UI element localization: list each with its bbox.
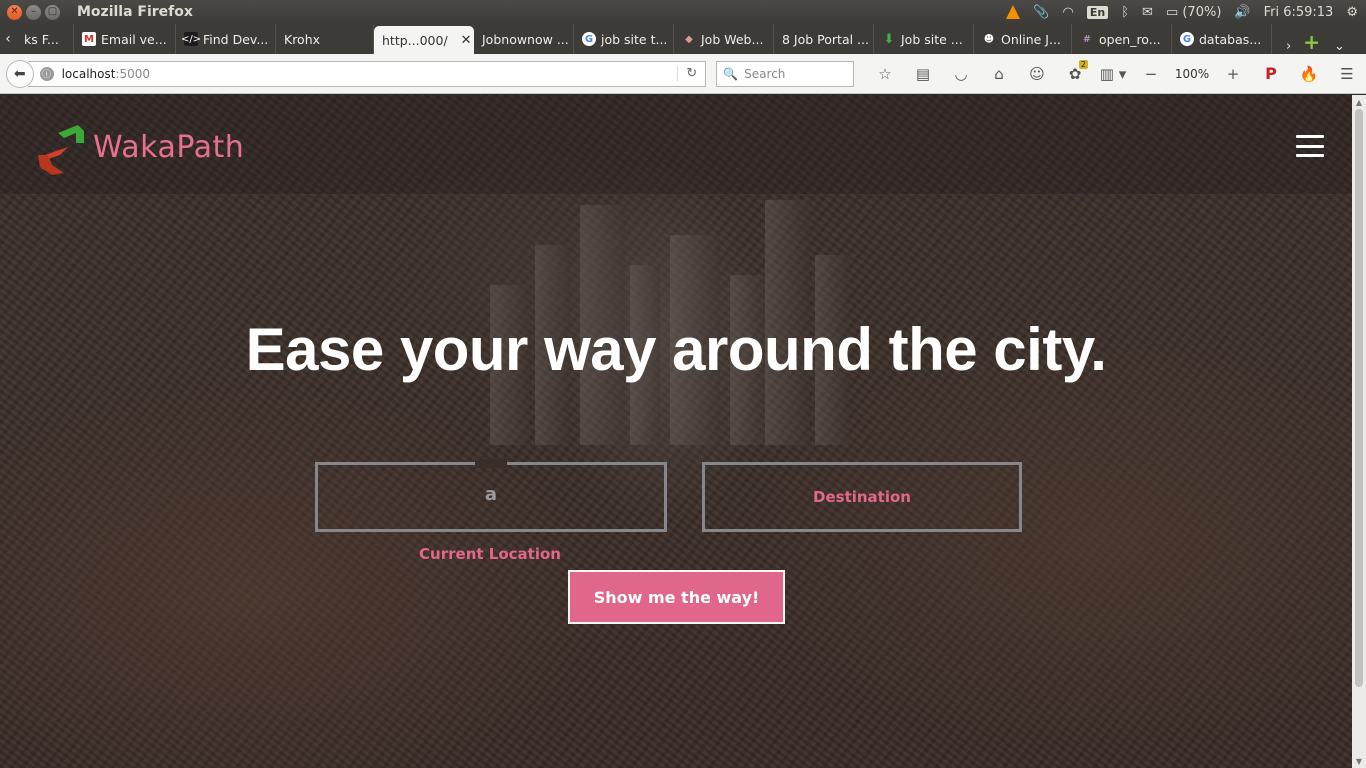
menu-icon[interactable]: ☰ (1328, 60, 1366, 88)
gmail-icon: M (82, 32, 96, 46)
window-controls: ✕ – ▢ (7, 4, 60, 20)
current-location-value: a (484, 484, 498, 505)
pinterest-icon[interactable]: P (1252, 60, 1290, 88)
os-top-bar: ✕ – ▢ Mozilla Firefox 📎 ◠ En ᛒ ✉ ▭ (70%)… (0, 0, 1366, 24)
vlc-icon[interactable] (1006, 5, 1021, 19)
window-maximize-button[interactable]: ▢ (45, 4, 60, 20)
page-scrollbar[interactable]: ▲ ▼ (1352, 95, 1366, 768)
battery-percent: (70%) (1182, 4, 1222, 20)
tab[interactable]: ☻ Online J... (974, 24, 1072, 54)
extension-icon[interactable]: ✿ 2 (1056, 59, 1094, 88)
battery-indicator[interactable]: ▭ (70%) (1166, 5, 1221, 20)
pocket-icon[interactable]: ◡ (942, 60, 980, 88)
tab-label: Email ve... (101, 31, 167, 47)
tab-list-dropdown-icon[interactable]: ⌄ (1334, 39, 1345, 54)
job-icon: ◆ (685, 33, 693, 45)
tab-label: ks F... (24, 31, 59, 47)
window-minimize-button[interactable]: – (26, 4, 41, 20)
tab[interactable]: 8 Job Portal ... (774, 24, 874, 54)
search-placeholder: Search (744, 66, 786, 81)
zoom-in-button[interactable]: + (1214, 60, 1252, 88)
wakapath-logo-icon[interactable] (38, 125, 86, 177)
wifi-icon[interactable]: ◠ (1063, 5, 1074, 20)
back-button[interactable]: ⬅ (6, 59, 34, 88)
site-info-icon[interactable]: ⓘ (39, 66, 54, 81)
clock[interactable]: Fri 6:59:13 (1264, 5, 1334, 20)
tab-label: Krohx (284, 31, 321, 47)
tab-active[interactable]: http...000/ ✕ (374, 26, 474, 54)
extension-badge: 2 (1078, 59, 1088, 69)
window-close-button[interactable]: ✕ (7, 4, 22, 20)
hamburger-menu-icon[interactable] (1296, 135, 1324, 157)
search-input[interactable]: 🔍 Search (716, 60, 854, 87)
gear-icon[interactable]: ⚙ (1346, 5, 1358, 20)
tab[interactable]: M Email ve... (74, 24, 176, 54)
code-icon: </> (180, 32, 202, 46)
home-icon[interactable]: ⌂ (980, 60, 1018, 88)
reading-list-icon[interactable]: ▤ (904, 60, 942, 88)
tab-label: http...000/ (382, 32, 448, 48)
tab[interactable]: Jobnownow ... (474, 24, 574, 54)
page-viewport: WakaPath Ease your way around the city. … (0, 95, 1366, 768)
tab[interactable]: ks F... (16, 24, 74, 54)
tab[interactable]: G databas... (1172, 24, 1272, 54)
toolbar-icons: ☆ ▤ ◡ ⌂ ☺ ✿ 2 ▥ ▾ − 100% + P 🔥 ☰ (866, 59, 1366, 88)
tab-label: Find Dev... (203, 31, 269, 47)
tab-label: 8 Job Portal ... (782, 31, 869, 47)
chat-icon[interactable]: ☺ (1018, 60, 1056, 88)
mail-icon[interactable]: ✉ (1142, 5, 1153, 20)
system-tray: 📎 ◠ En ᛒ ✉ ▭ (70%) 🔊 Fri 6:59:13 ⚙ (1006, 5, 1358, 20)
window-title: Mozilla Firefox (77, 4, 193, 20)
download-icon: ⬇ (883, 31, 895, 47)
tab-scroll-left-button[interactable]: ‹ (0, 24, 16, 54)
bookmark-star-icon[interactable]: ☆ (866, 60, 904, 88)
tab[interactable]: Krohx (276, 24, 374, 54)
zoom-out-button[interactable]: − (1132, 60, 1170, 88)
keyboard-layout-indicator[interactable]: En (1086, 5, 1109, 19)
close-tab-icon[interactable]: ✕ (461, 33, 472, 48)
tab-label: Job Web... (701, 31, 764, 47)
search-icon: 🔍 (723, 66, 739, 81)
new-tab-button[interactable]: + (1303, 30, 1320, 54)
tab-label: Job site ... (901, 31, 963, 47)
site-header: WakaPath (0, 95, 1352, 195)
show-me-the-way-button[interactable]: Show me the way! (568, 570, 785, 624)
firebug-icon[interactable]: 🔥 (1290, 60, 1328, 88)
scroll-up-arrow-icon[interactable]: ▲ (1352, 95, 1366, 109)
input-border-gap (475, 459, 507, 468)
zoom-level[interactable]: 100% (1170, 60, 1214, 88)
url-port: :5000 (115, 66, 151, 81)
url-bar[interactable]: ⓘ localhost:5000 ↻ (27, 60, 707, 87)
navigation-toolbar: ⬅ ⓘ localhost:5000 ↻ 🔍 Search ☆ ▤ ◡ ⌂ ☺ … (0, 54, 1366, 94)
current-location-label: Current Location (419, 545, 561, 563)
tab-strip: ‹ ks F... M Email ve... </> Find Dev... … (0, 24, 1366, 54)
tab-label: job site t... (601, 31, 668, 47)
url-host: localhost (61, 66, 116, 81)
clipboard-icon[interactable]: ▥ ▾ (1094, 60, 1132, 88)
paperclip-icon[interactable]: 📎 (1033, 5, 1049, 20)
tab[interactable]: ◆ Job Web... (674, 24, 774, 54)
hero-title: Ease your way around the city. (245, 316, 1107, 383)
tab-label: open_ro... (1099, 31, 1161, 47)
tab[interactable]: ⬇ Job site ... (874, 24, 974, 54)
tab-scroll-right-button[interactable]: › (1286, 39, 1291, 54)
brand-name[interactable]: WakaPath (93, 130, 244, 165)
reload-icon[interactable]: ↻ (677, 66, 697, 81)
tab[interactable]: G job site t... (574, 24, 674, 54)
hash-icon: # (1082, 33, 1092, 45)
tab-label: Online J... (1001, 31, 1061, 47)
bluetooth-icon[interactable]: ᛒ (1121, 5, 1129, 20)
tab[interactable]: # open_ro... (1072, 24, 1172, 54)
google-icon: G (582, 32, 596, 46)
scrollbar-thumb[interactable] (1355, 109, 1363, 687)
owl-icon: ☻ (983, 33, 995, 45)
destination-input[interactable] (702, 462, 1022, 532)
tab-label: databas... (1199, 31, 1262, 47)
tab[interactable]: </> Find Dev... (176, 24, 276, 54)
tab-label: Jobnownow ... (482, 31, 569, 47)
scroll-down-arrow-icon[interactable]: ▼ (1352, 754, 1366, 768)
volume-icon[interactable]: 🔊 (1234, 5, 1250, 20)
google-icon: G (1180, 32, 1194, 46)
